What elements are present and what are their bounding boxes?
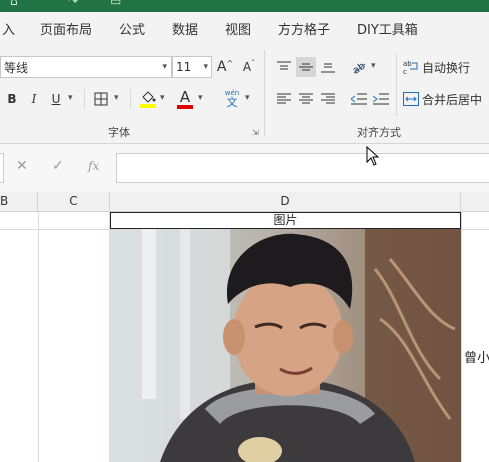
tab-formulas[interactable]: 公式 [119, 19, 145, 38]
chevron-down-icon[interactable]: ▾ [371, 61, 376, 71]
align-middle-icon [299, 63, 313, 71]
wrap-text-icon: abc [403, 60, 418, 75]
bold-button[interactable]: B [4, 90, 20, 108]
align-center-button[interactable] [296, 89, 316, 109]
cell-picture[interactable] [110, 229, 461, 462]
column-header-d[interactable]: D [110, 192, 461, 211]
svg-text:ab: ab [351, 61, 367, 75]
column-header-c[interactable]: C [38, 192, 110, 211]
chevron-down-icon[interactable]: ▾ [198, 93, 203, 103]
ribbon-tabs: 入 页面布局 公式 数据 视图 方方格子 DIY工具箱 [0, 12, 489, 44]
font-group-label: 字体 [108, 126, 130, 139]
column-header-b[interactable]: B [0, 192, 38, 211]
text-orientation-icon: ab [351, 61, 367, 75]
align-bottom-button[interactable] [318, 57, 338, 77]
font-color-button[interactable]: A [175, 87, 195, 110]
align-right-button[interactable] [318, 89, 338, 109]
chevron-down-icon[interactable]: ▾ [160, 93, 165, 103]
caret-down-icon: ˇ [251, 58, 256, 68]
formula-bar: ✕ ✓ fx [0, 144, 489, 192]
tab-page-layout[interactable]: 页面布局 [40, 19, 92, 38]
underline-button[interactable]: U [48, 90, 64, 108]
borders-button[interactable] [92, 90, 110, 108]
name-box[interactable] [0, 153, 4, 183]
tab-fangfang[interactable]: 方方格子 [278, 19, 330, 38]
paint-bucket-icon [142, 91, 156, 103]
column-header-e[interactable] [461, 192, 489, 211]
tab-data[interactable]: 数据 [172, 19, 198, 38]
merge-cells-icon [403, 92, 419, 106]
increase-indent-button[interactable] [371, 89, 391, 109]
font-color-swatch [177, 104, 193, 109]
chevron-down-icon[interactable]: ▾ [203, 62, 208, 72]
increase-indent-icon [373, 93, 389, 105]
tab-insert[interactable]: 入 [2, 19, 15, 38]
align-top-button[interactable] [274, 57, 294, 77]
chevron-down-icon[interactable]: ▾ [162, 62, 167, 72]
chevron-down-icon[interactable]: ▾ [245, 93, 250, 103]
cancel-icon[interactable]: ✕ [16, 158, 28, 174]
column-headers: B C D [0, 192, 489, 212]
align-left-icon [277, 93, 291, 104]
confirm-icon[interactable]: ✓ [52, 158, 64, 174]
phonetic-guide-button[interactable]: wén 文 [221, 87, 243, 111]
font-size-combo[interactable]: 11 ▾ [172, 56, 212, 78]
italic-button[interactable]: I [26, 90, 42, 108]
save-icon[interactable]: ▭ [110, 0, 121, 8]
insert-function-icon[interactable]: fx [88, 159, 99, 173]
decrease-indent-button[interactable] [349, 89, 369, 109]
photo-image [110, 229, 461, 462]
border-grid-icon [94, 92, 108, 106]
wrap-text-button[interactable]: ab c 自动换行 [403, 56, 489, 78]
mouse-cursor-icon [366, 146, 380, 166]
align-left-button[interactable] [274, 89, 294, 109]
decrease-indent-icon [351, 93, 367, 105]
fill-color-button[interactable] [138, 88, 158, 110]
quick-access-icon[interactable]: ⌂ [10, 0, 18, 8]
redo-icon[interactable]: ↷ [68, 0, 78, 8]
tab-view[interactable]: 视图 [225, 19, 251, 38]
orientation-button[interactable]: ab [349, 56, 369, 78]
increase-font-button[interactable]: A ^ [215, 57, 235, 77]
ribbon: 等线 ▾ 11 ▾ A ^ Aˇ B I U ▾ ▾ ▾ A ▾ wén 文 ▾ … [0, 44, 489, 144]
alignment-group-label: 对齐方式 [357, 126, 401, 139]
align-top-icon [277, 61, 291, 70]
tab-diy-toolbox[interactable]: DIY工具箱 [357, 19, 418, 38]
font-name-value: 等线 [4, 60, 29, 75]
chevron-down-icon[interactable]: ▾ [68, 93, 73, 103]
font-size-value: 11 [176, 60, 192, 74]
align-right-icon [321, 93, 335, 104]
merge-center-button[interactable]: 合并后居中 [403, 88, 489, 110]
formula-input[interactable] [116, 153, 489, 183]
cell-d1-header[interactable]: 图片 [110, 212, 461, 229]
font-name-combo[interactable]: 等线 ▾ [0, 56, 172, 78]
svg-text:ab: ab [403, 60, 412, 68]
align-bottom-icon [321, 63, 335, 73]
align-middle-button[interactable] [296, 57, 316, 77]
caret-up-icon: ^ [226, 58, 234, 68]
dialog-launcher-icon[interactable]: ⇲ [252, 128, 259, 137]
fill-color-swatch [140, 104, 156, 108]
cell-e-text[interactable]: 曾小 [464, 347, 489, 366]
svg-text:c: c [403, 68, 407, 75]
decrease-font-button[interactable]: Aˇ [239, 57, 259, 77]
title-bar: ⌂ ↷ ▭ [0, 0, 489, 12]
align-center-icon [299, 93, 313, 104]
chevron-down-icon[interactable]: ▾ [114, 93, 119, 103]
